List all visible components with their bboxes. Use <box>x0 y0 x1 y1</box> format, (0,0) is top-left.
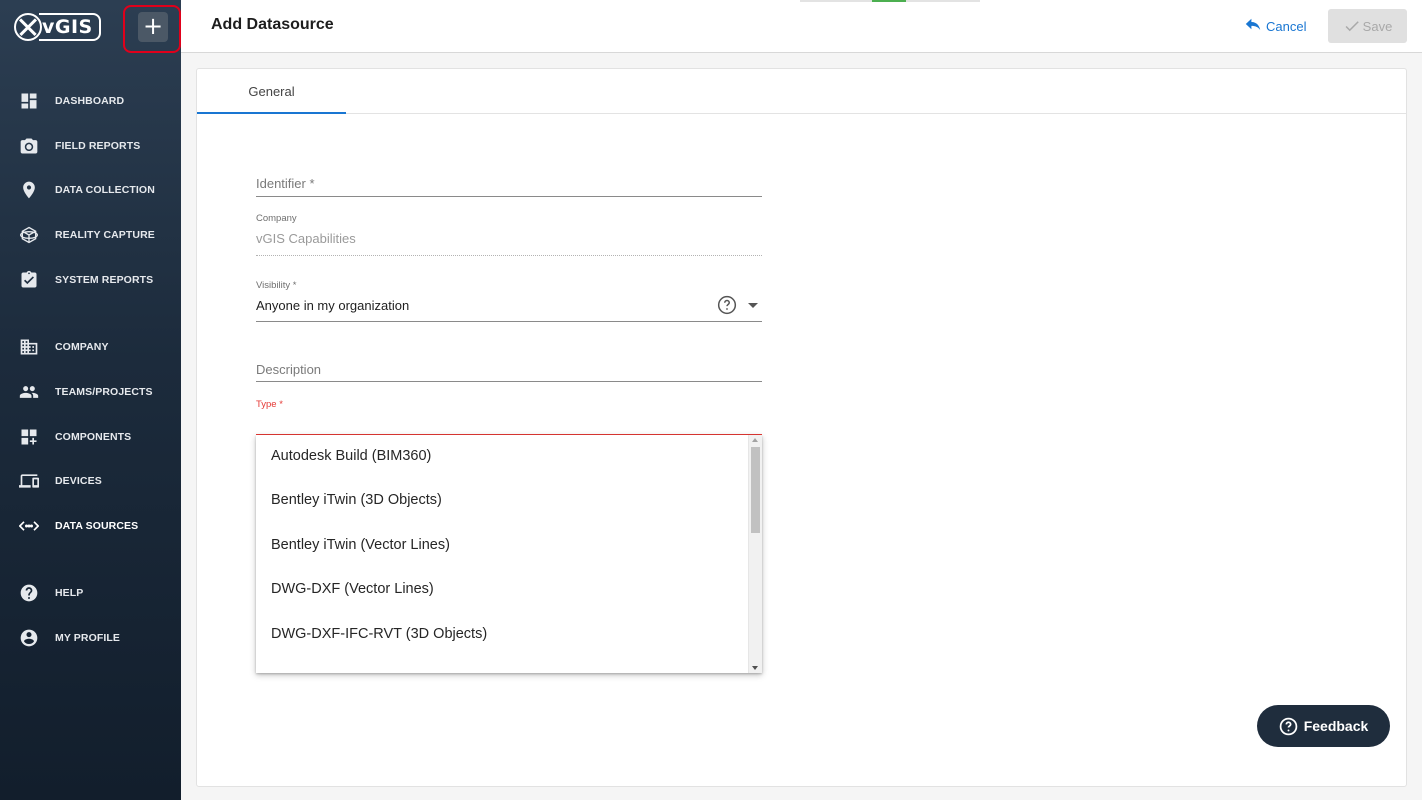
visibility-value: Anyone in my organization <box>256 298 410 313</box>
sidebar-item-reality-capture[interactable]: REALITY CAPTURE <box>0 217 181 253</box>
page-title: Add Datasource <box>211 16 334 33</box>
sidebar-item-dashboard[interactable]: DASHBOARD <box>0 83 181 119</box>
sidebar-item-label: DATA COLLECTION <box>55 184 155 196</box>
sidebar-item-system-reports[interactable]: SYSTEM REPORTS <box>0 262 181 298</box>
type-option-bentley-vector[interactable]: Bentley iTwin (Vector Lines) <box>271 537 450 553</box>
sidebar-item-field-reports[interactable]: FIELD REPORTS <box>0 128 181 164</box>
type-dropdown-list[interactable]: Autodesk Build (BIM360) Bentley iTwin (3… <box>256 435 762 673</box>
logo-mark-icon <box>14 13 42 41</box>
tab-label: General <box>248 84 295 99</box>
sidebar-item-company[interactable]: COMPANY <box>0 329 181 365</box>
top-header: Add Datasource Cancel Save <box>181 0 1422 53</box>
sidebar-item-my-profile[interactable]: MY PROFILE <box>0 620 181 656</box>
help-circle-icon[interactable] <box>717 295 737 315</box>
code-arrows-icon <box>19 516 39 536</box>
logo-text: vGIS <box>39 13 101 41</box>
sidebar-item-label: TEAMS/PROJECTS <box>55 386 153 398</box>
sidebar-item-components[interactable]: COMPONENTS <box>0 419 181 455</box>
clipboard-check-icon <box>19 270 39 290</box>
company-value: vGIS Capabilities <box>256 231 356 246</box>
type-option-dwg-dxf[interactable]: DWG-DXF (Vector Lines) <box>271 581 434 597</box>
type-select[interactable]: Type * <box>256 399 762 436</box>
sidebar-item-label: MY PROFILE <box>55 632 120 644</box>
vgis-logo[interactable]: vGIS <box>14 11 101 43</box>
sidebar-item-help[interactable]: HELP <box>0 575 181 611</box>
description-placeholder: Description <box>256 362 322 377</box>
type-option-dwg-dxf-ifc-rvt[interactable]: DWG-DXF-IFC-RVT (3D Objects) <box>271 626 487 642</box>
visibility-underline <box>256 321 762 322</box>
loading-progress-bar <box>800 0 980 2</box>
tab-bar: General <box>197 69 1406 114</box>
feedback-label: Feedback <box>1303 718 1369 734</box>
undo-icon <box>1245 18 1261 30</box>
identifier-field[interactable]: Identifier * <box>256 175 762 197</box>
scroll-up-icon[interactable] <box>752 438 758 442</box>
building-icon <box>19 337 39 357</box>
devices-icon <box>19 471 39 491</box>
sidebar-item-label: SYSTEM REPORTS <box>55 274 154 286</box>
description-field[interactable]: Description <box>256 361 762 383</box>
chevron-down-icon <box>748 303 758 308</box>
company-field: Company vGIS Capabilities <box>256 213 762 257</box>
camera-icon <box>19 136 39 156</box>
datasource-form-card: General Identifier * Company vGIS Capabi… <box>196 68 1407 787</box>
people-icon <box>19 382 39 402</box>
check-icon <box>1345 21 1359 32</box>
sidebar-item-label: FIELD REPORTS <box>55 140 141 152</box>
company-underline <box>256 255 762 256</box>
sidebar-item-label: DASHBOARD <box>55 95 125 107</box>
company-label: Company <box>256 213 297 224</box>
identifier-placeholder: Identifier * <box>256 176 315 191</box>
active-tab-indicator <box>197 112 346 114</box>
save-label: Save <box>1362 18 1393 34</box>
sidebar-item-label: HELP <box>55 587 84 599</box>
add-button[interactable]: + <box>138 12 168 42</box>
visibility-label: Visibility * <box>256 280 297 291</box>
sidebar-item-label: REALITY CAPTURE <box>55 229 155 241</box>
sidebar-item-label: DATA SOURCES <box>55 520 139 532</box>
feedback-button[interactable]: Feedback <box>1257 705 1390 747</box>
account-circle-icon <box>19 628 39 648</box>
dashboard-icon <box>19 91 39 111</box>
cube-icon <box>19 225 39 245</box>
location-pin-icon <box>19 180 39 200</box>
sidebar-item-label: DEVICES <box>55 475 102 487</box>
sidebar-item-data-sources[interactable]: DATA SOURCES <box>0 508 181 544</box>
type-label: Type * <box>256 399 283 410</box>
save-button[interactable]: Save <box>1328 9 1407 43</box>
sidebar-item-teams-projects[interactable]: TEAMS/PROJECTS <box>0 374 181 410</box>
cancel-button[interactable]: Cancel <box>1243 18 1306 34</box>
tab-general[interactable]: General <box>197 69 346 114</box>
sidebar-item-devices[interactable]: DEVICES <box>0 463 181 499</box>
scrollbar-thumb[interactable] <box>751 447 760 533</box>
help-circle-icon <box>1279 717 1297 735</box>
scroll-down-icon[interactable] <box>752 666 758 670</box>
sidebar-item-label: COMPONENTS <box>55 431 132 443</box>
sidebar-item-data-collection[interactable]: DATA COLLECTION <box>0 172 181 208</box>
description-underline <box>256 381 762 382</box>
identifier-underline <box>256 196 762 197</box>
dropdown-scrollbar[interactable] <box>748 435 762 673</box>
type-option-bentley-3d[interactable]: Bentley iTwin (3D Objects) <box>271 492 442 508</box>
widgets-add-icon <box>19 427 39 447</box>
sidebar-item-label: COMPANY <box>55 341 109 353</box>
type-option-autodesk-build[interactable]: Autodesk Build (BIM360) <box>271 448 431 464</box>
cancel-label: Cancel <box>1266 18 1307 34</box>
help-circle-icon <box>19 583 39 603</box>
visibility-select[interactable]: Visibility * Anyone in my organization <box>256 280 762 324</box>
sidebar: vGIS + DASHBOARD FIELD REPORTS DATA COLL… <box>0 0 181 800</box>
